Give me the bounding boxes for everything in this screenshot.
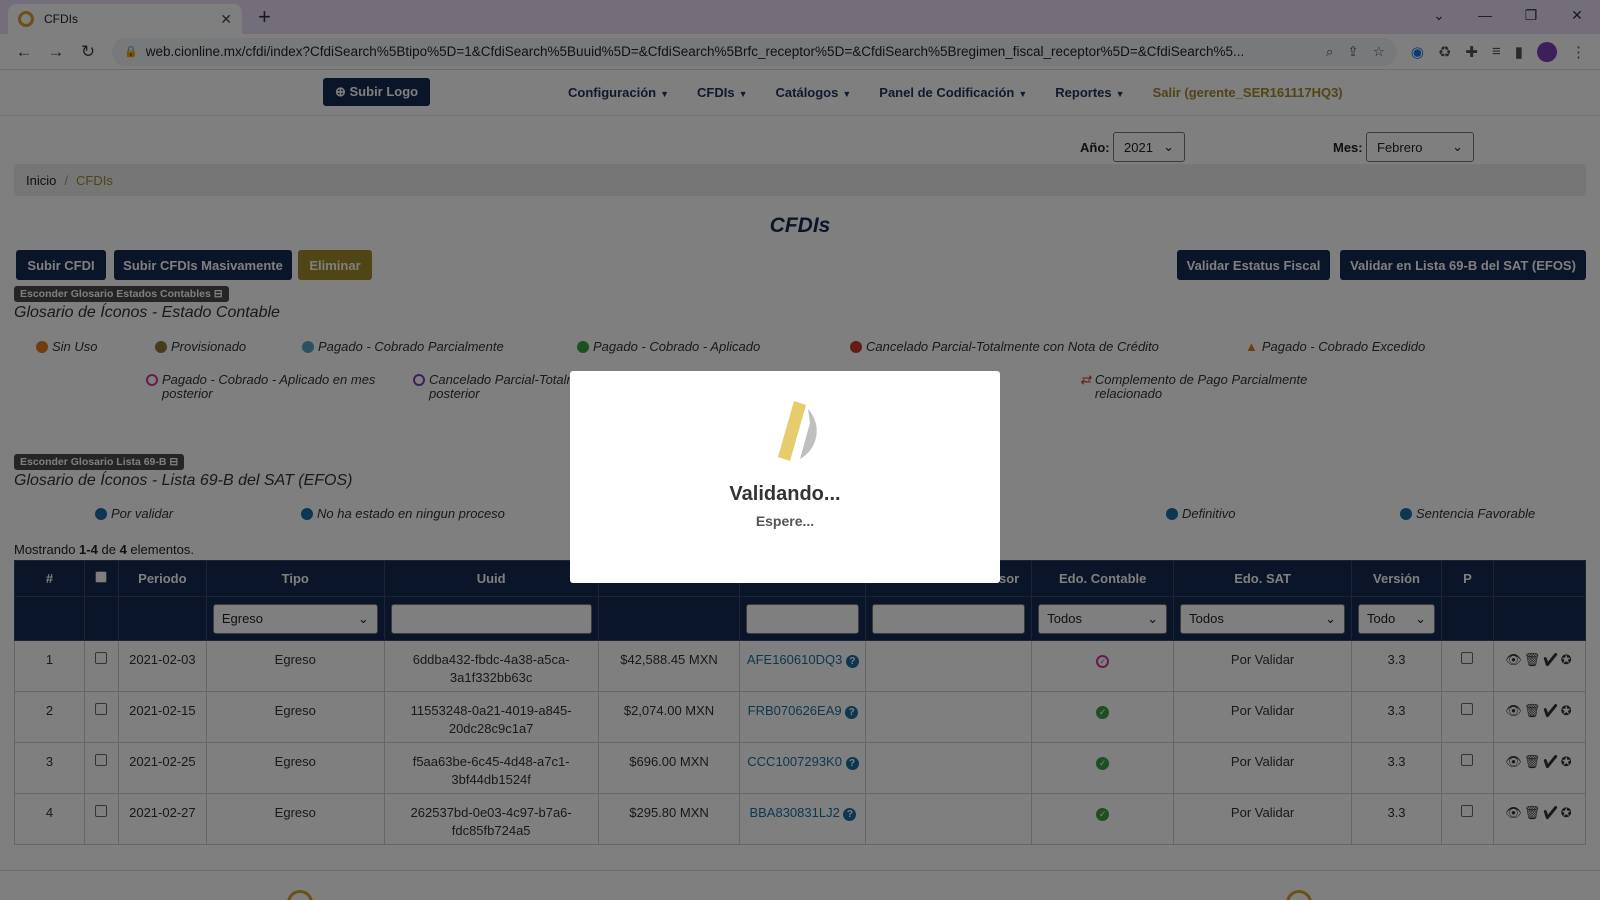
modal-subtitle: Espere...: [755, 513, 815, 529]
modal-title: Validando...: [729, 483, 841, 505]
loading-modal: Validando... Espere...: [570, 371, 1000, 583]
cionline-logo-icon: [754, 399, 817, 463]
